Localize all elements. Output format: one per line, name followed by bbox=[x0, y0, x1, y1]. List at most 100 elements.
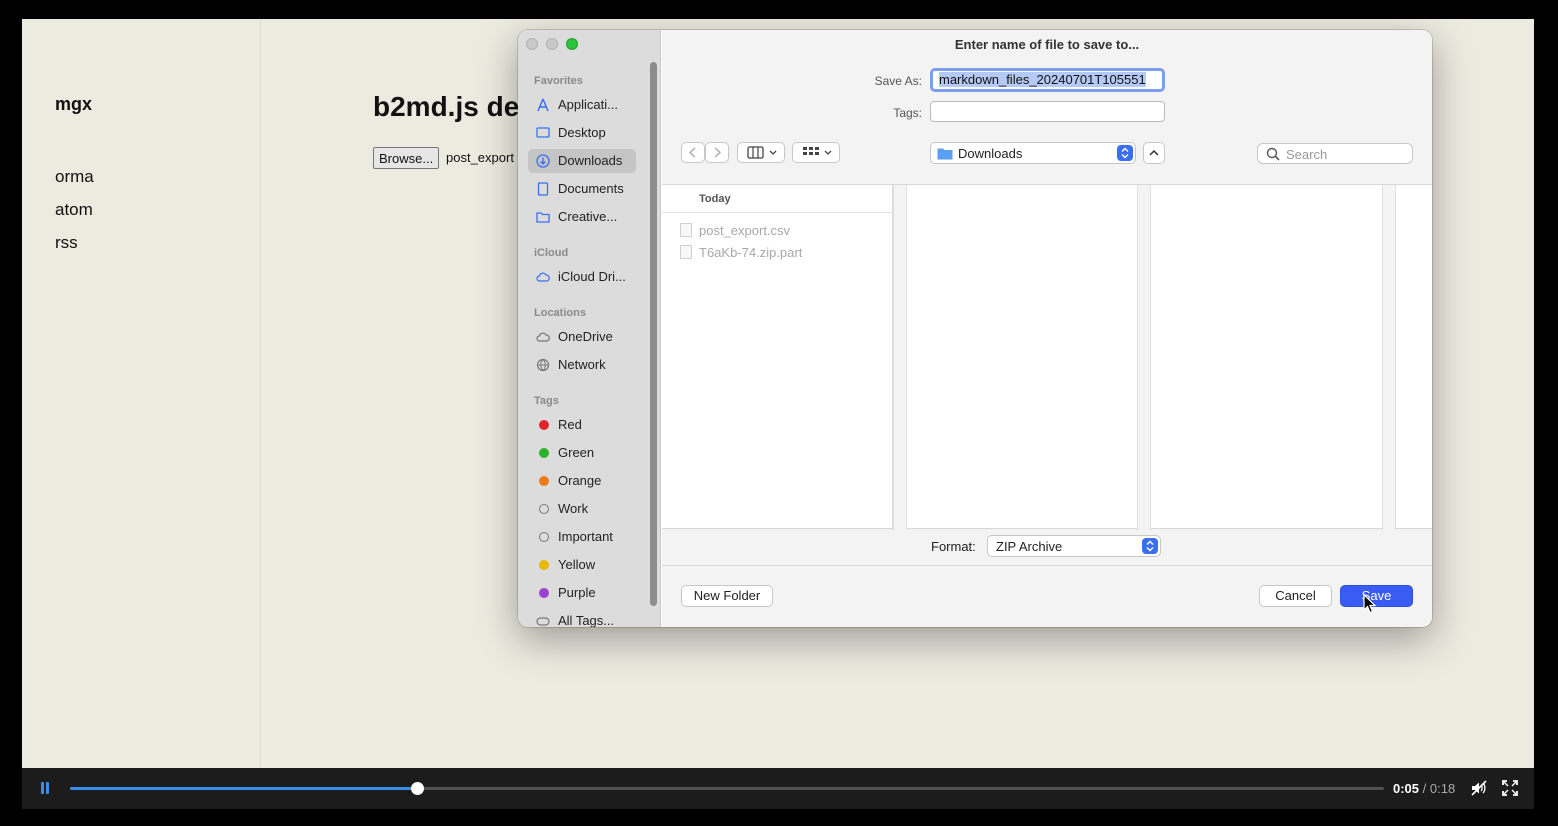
sidebar-item-label: Network bbox=[558, 357, 606, 372]
nav-link-atom[interactable]: atom bbox=[55, 200, 93, 220]
sidebar-item-documents[interactable]: Documents bbox=[528, 177, 636, 201]
sidebar-tag-yellow[interactable]: Yellow bbox=[528, 553, 636, 577]
file-row[interactable]: post_export.csv bbox=[662, 219, 893, 241]
file-row[interactable]: T6aKb-74.zip.part bbox=[662, 241, 893, 263]
sidebar-tag-orange[interactable]: Orange bbox=[528, 469, 636, 493]
sidebar-tag-green[interactable]: Green bbox=[528, 441, 636, 465]
orange-tag-icon bbox=[539, 476, 549, 486]
file-name: T6aKb-74.zip.part bbox=[699, 245, 803, 260]
sidebar-tag-red[interactable]: Red bbox=[528, 413, 636, 437]
stepper-icon bbox=[1117, 145, 1133, 161]
format-value: ZIP Archive bbox=[996, 539, 1063, 554]
back-button[interactable] bbox=[681, 142, 705, 163]
tag-ring-icon bbox=[539, 532, 549, 542]
sidebar-tag-all[interactable]: All Tags... bbox=[528, 609, 636, 627]
group-view-button[interactable] bbox=[792, 142, 840, 163]
cloud-icon bbox=[536, 332, 550, 342]
progress-track[interactable] bbox=[70, 782, 1384, 795]
nav-link-rss[interactable]: rss bbox=[55, 233, 78, 253]
sidebar-item-onedrive[interactable]: OneDrive bbox=[528, 325, 636, 349]
chevron-left-icon bbox=[688, 147, 696, 158]
cloud-icon bbox=[536, 272, 550, 282]
sidebar-tag-work[interactable]: Work bbox=[528, 497, 636, 521]
sidebar-item-label: OneDrive bbox=[558, 329, 613, 344]
sidebar-item-downloads[interactable]: Downloads bbox=[528, 149, 636, 173]
sidebar-tag-purple[interactable]: Purple bbox=[528, 581, 636, 605]
save-as-value: markdown_files_20240701T105551 bbox=[939, 72, 1146, 87]
search-icon bbox=[1266, 147, 1280, 161]
dialog-title: Enter name of file to save to... bbox=[954, 37, 1140, 52]
page-sidebar: mgx orma atom rss bbox=[22, 19, 261, 768]
location-value: Downloads bbox=[958, 146, 1023, 161]
column-divider[interactable] bbox=[1137, 185, 1151, 530]
chevron-right-icon bbox=[714, 147, 722, 158]
forward-button[interactable] bbox=[705, 142, 729, 163]
sidebar-item-label: Important bbox=[558, 529, 613, 544]
total-time-wrap: / 0:18 bbox=[1419, 781, 1456, 796]
nav-link-orma[interactable]: orma bbox=[55, 167, 94, 187]
sidebar-item-creative[interactable]: Creative... bbox=[528, 205, 636, 229]
folder-icon bbox=[536, 212, 550, 223]
yellow-tag-icon bbox=[539, 560, 549, 570]
columns-icon bbox=[747, 146, 777, 159]
tags-input[interactable] bbox=[930, 101, 1165, 122]
sidebar-section-icloud: iCloud bbox=[534, 247, 569, 259]
globe-icon bbox=[536, 358, 550, 372]
selected-file-name: post_export bbox=[446, 150, 514, 165]
sidebar-item-applications[interactable]: Applicati... bbox=[528, 93, 636, 117]
progress-knob[interactable] bbox=[410, 782, 424, 795]
pause-button[interactable] bbox=[38, 781, 52, 795]
save-as-label: Save As: bbox=[874, 74, 922, 88]
mute-icon[interactable] bbox=[1470, 779, 1488, 797]
desktop-icon bbox=[536, 127, 550, 138]
sidebar-item-label: Green bbox=[558, 445, 595, 460]
applications-icon bbox=[537, 98, 549, 112]
new-folder-button[interactable]: New Folder bbox=[681, 585, 773, 607]
current-time: 0:05 bbox=[1393, 781, 1420, 796]
progress-fill bbox=[70, 787, 417, 790]
search-field[interactable]: Search bbox=[1257, 143, 1413, 164]
sidebar-item-label: Red bbox=[558, 417, 582, 432]
mouse-cursor-icon bbox=[1363, 594, 1377, 614]
sidebar-scrollbar[interactable] bbox=[650, 62, 657, 606]
video-frame: mgx orma atom rss b2md.js de Browse... p… bbox=[22, 19, 1534, 809]
column-header: Today bbox=[662, 185, 893, 213]
sidebar-item-label: Creative... bbox=[558, 209, 618, 224]
sidebar-item-label: Desktop bbox=[558, 125, 606, 140]
search-placeholder: Search bbox=[1286, 147, 1328, 162]
zoom-window-button[interactable] bbox=[566, 38, 578, 50]
location-select[interactable]: Downloads bbox=[930, 142, 1136, 164]
column-view-button[interactable] bbox=[737, 142, 785, 163]
purple-tag-icon bbox=[539, 588, 549, 598]
browse-button[interactable]: Browse... bbox=[373, 147, 440, 169]
file-browser: Today post_export.csv T6aKb-74.zip.part bbox=[662, 184, 1432, 530]
red-tag-icon bbox=[539, 420, 549, 430]
sidebar-item-label: Yellow bbox=[558, 557, 596, 572]
sidebar-item-icloud-drive[interactable]: iCloud Dri... bbox=[528, 265, 636, 289]
sidebar-section-favorites: Favorites bbox=[534, 75, 583, 87]
tags-label: Tags: bbox=[893, 106, 922, 120]
sidebar-item-network[interactable]: Network bbox=[528, 353, 636, 377]
minimize-window-button[interactable] bbox=[546, 38, 558, 50]
format-select[interactable]: ZIP Archive bbox=[987, 535, 1161, 557]
time-separator: / bbox=[1419, 781, 1430, 796]
sidebar-item-label: iCloud Dri... bbox=[558, 269, 626, 284]
cancel-button[interactable]: Cancel bbox=[1259, 585, 1332, 607]
downloads-icon bbox=[536, 154, 550, 168]
sidebar-section-locations: Locations bbox=[534, 307, 586, 319]
fullscreen-icon[interactable] bbox=[1501, 779, 1519, 797]
close-window-button[interactable] bbox=[526, 38, 538, 50]
documents-icon bbox=[537, 182, 549, 196]
collapse-button[interactable] bbox=[1143, 142, 1165, 164]
column-header-label: Today bbox=[699, 193, 731, 205]
file-name: post_export.csv bbox=[699, 223, 791, 238]
sidebar-tag-important[interactable]: Important bbox=[528, 525, 636, 549]
column-divider[interactable] bbox=[1382, 185, 1396, 530]
column-divider[interactable] bbox=[893, 185, 907, 530]
green-tag-icon bbox=[539, 448, 549, 458]
sidebar-item-desktop[interactable]: Desktop bbox=[528, 121, 636, 145]
sidebar-item-label: Orange bbox=[558, 473, 602, 488]
folder-icon bbox=[937, 148, 953, 160]
save-as-input[interactable]: markdown_files_20240701T105551 bbox=[930, 68, 1165, 92]
site-title[interactable]: mgx bbox=[55, 94, 92, 115]
